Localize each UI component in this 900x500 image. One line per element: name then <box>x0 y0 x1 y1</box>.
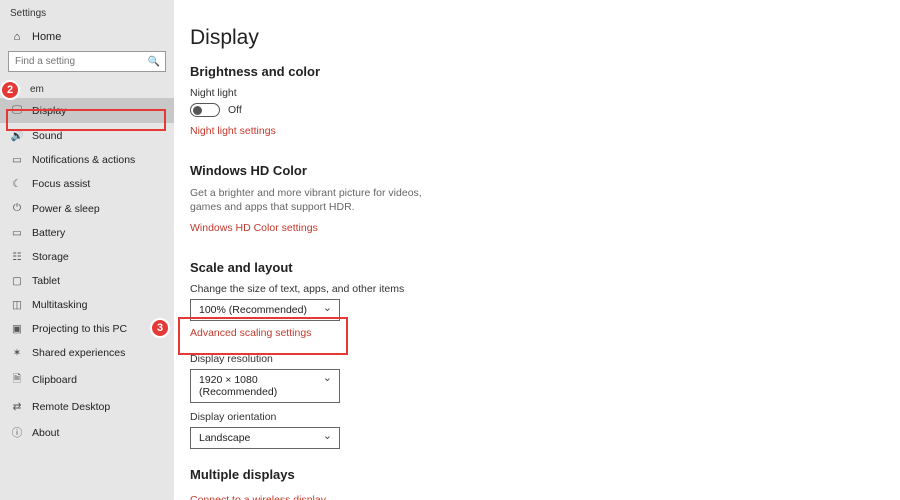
sidebar-item-label: Remote Desktop <box>32 401 110 413</box>
home-label: Home <box>32 31 61 43</box>
search-icon: 🔍 <box>148 56 160 67</box>
clipboard-icon: 🗎 <box>10 371 24 389</box>
sidebar-item-label: Focus assist <box>32 178 90 190</box>
sidebar-item-power[interactable]: ⏻ Power & sleep <box>0 196 174 221</box>
sidebar-item-display[interactable]: 🖵 Display <box>0 98 174 123</box>
sidebar-item-label: Multitasking <box>32 299 87 311</box>
search-input[interactable] <box>8 51 166 72</box>
hdcolor-settings-link[interactable]: Windows HD Color settings <box>190 222 318 234</box>
annotation-badge-3: 3 <box>150 318 170 338</box>
sidebar-item-label: Display <box>32 105 66 117</box>
sidebar-item-label: Shared experiences <box>32 347 125 359</box>
projecting-icon: ▣ <box>10 323 24 335</box>
sidebar: Settings ⌂ Home 🔍 em 🖵 Display 🔊 Sound ▭… <box>0 0 174 500</box>
resolution-value: 1920 × 1080 (Recommended) <box>199 374 317 398</box>
sidebar-item-label: About <box>32 427 59 439</box>
night-light-toggle-row: Off <box>190 103 872 117</box>
night-light-settings-link[interactable]: Night light settings <box>190 125 276 137</box>
section-multi-heading: Multiple displays <box>190 467 872 482</box>
home-icon: ⌂ <box>10 31 24 43</box>
storage-icon: ☷ <box>10 251 24 263</box>
sidebar-item-remote[interactable]: ⇄ Remote Desktop <box>0 395 174 419</box>
search-wrap: 🔍 <box>8 51 166 72</box>
sidebar-item-label: Battery <box>32 227 65 239</box>
section-brightness-heading: Brightness and color <box>190 64 872 79</box>
text-size-select[interactable]: 100% (Recommended) <box>190 299 340 321</box>
nav-list: 🖵 Display 🔊 Sound ▭ Notifications & acti… <box>0 98 174 500</box>
power-icon: ⏻ <box>10 202 24 215</box>
sidebar-item-focus[interactable]: ☾ Focus assist <box>0 172 174 196</box>
sidebar-item-label: Sound <box>32 130 62 142</box>
display-icon: 🖵 <box>10 104 24 117</box>
night-light-toggle[interactable] <box>190 103 220 117</box>
orientation-label: Display orientation <box>190 411 872 423</box>
sidebar-item-projecting[interactable]: ▣ Projecting to this PC <box>0 317 174 341</box>
section-scale-heading: Scale and layout <box>190 260 872 275</box>
wireless-display-link[interactable]: Connect to a wireless display <box>190 494 326 500</box>
sidebar-item-multitasking[interactable]: ◫ Multitasking <box>0 293 174 317</box>
tablet-icon: ▢ <box>10 275 24 287</box>
orientation-value: Landscape <box>199 432 250 444</box>
annotation-badge-2: 2 <box>0 80 20 100</box>
sidebar-item-label: Storage <box>32 251 69 263</box>
sidebar-item-label: Tablet <box>32 275 60 287</box>
notifications-icon: ▭ <box>10 154 24 166</box>
sidebar-item-label: Notifications & actions <box>32 154 135 166</box>
home-link[interactable]: ⌂ Home <box>0 25 174 51</box>
sound-icon: 🔊 <box>10 129 24 142</box>
advanced-scaling-link[interactable]: Advanced scaling settings <box>190 327 311 339</box>
sidebar-group-label: em <box>0 80 174 98</box>
sidebar-item-battery[interactable]: ▭ Battery <box>0 221 174 245</box>
resolution-select[interactable]: 1920 × 1080 (Recommended) <box>190 369 340 403</box>
sidebar-item-about[interactable]: ⓘ About <box>0 419 174 446</box>
section-hdcolor-heading: Windows HD Color <box>190 163 872 178</box>
remote-icon: ⇄ <box>10 401 24 413</box>
sidebar-item-label: Power & sleep <box>32 203 100 215</box>
resolution-label: Display resolution <box>190 353 872 365</box>
night-light-state: Off <box>228 104 242 116</box>
sidebar-item-notifications[interactable]: ▭ Notifications & actions <box>0 148 174 172</box>
sidebar-item-sound[interactable]: 🔊 Sound <box>0 123 174 148</box>
sidebar-item-clipboard[interactable]: 🗎 Clipboard <box>0 365 174 395</box>
sidebar-item-label: Projecting to this PC <box>32 323 127 335</box>
sidebar-item-storage[interactable]: ☷ Storage <box>0 245 174 269</box>
sidebar-item-shared[interactable]: ✶ Shared experiences <box>0 341 174 365</box>
text-size-value: 100% (Recommended) <box>199 304 307 316</box>
battery-icon: ▭ <box>10 227 24 239</box>
shared-icon: ✶ <box>10 347 24 359</box>
main-panel: Display Brightness and color Night light… <box>174 0 900 500</box>
text-size-label: Change the size of text, apps, and other… <box>190 283 872 295</box>
orientation-select[interactable]: Landscape <box>190 427 340 449</box>
settings-app: Settings ⌂ Home 🔍 em 🖵 Display 🔊 Sound ▭… <box>0 0 900 500</box>
focus-icon: ☾ <box>10 178 24 190</box>
hdcolor-desc: Get a brighter and more vibrant picture … <box>190 186 440 214</box>
sidebar-item-tablet[interactable]: ▢ Tablet <box>0 269 174 293</box>
sidebar-item-label: Clipboard <box>32 374 77 386</box>
page-title: Display <box>190 26 872 50</box>
night-light-label: Night light <box>190 87 872 99</box>
about-icon: ⓘ <box>10 425 24 440</box>
multitasking-icon: ◫ <box>10 299 24 311</box>
app-title: Settings <box>0 0 174 25</box>
